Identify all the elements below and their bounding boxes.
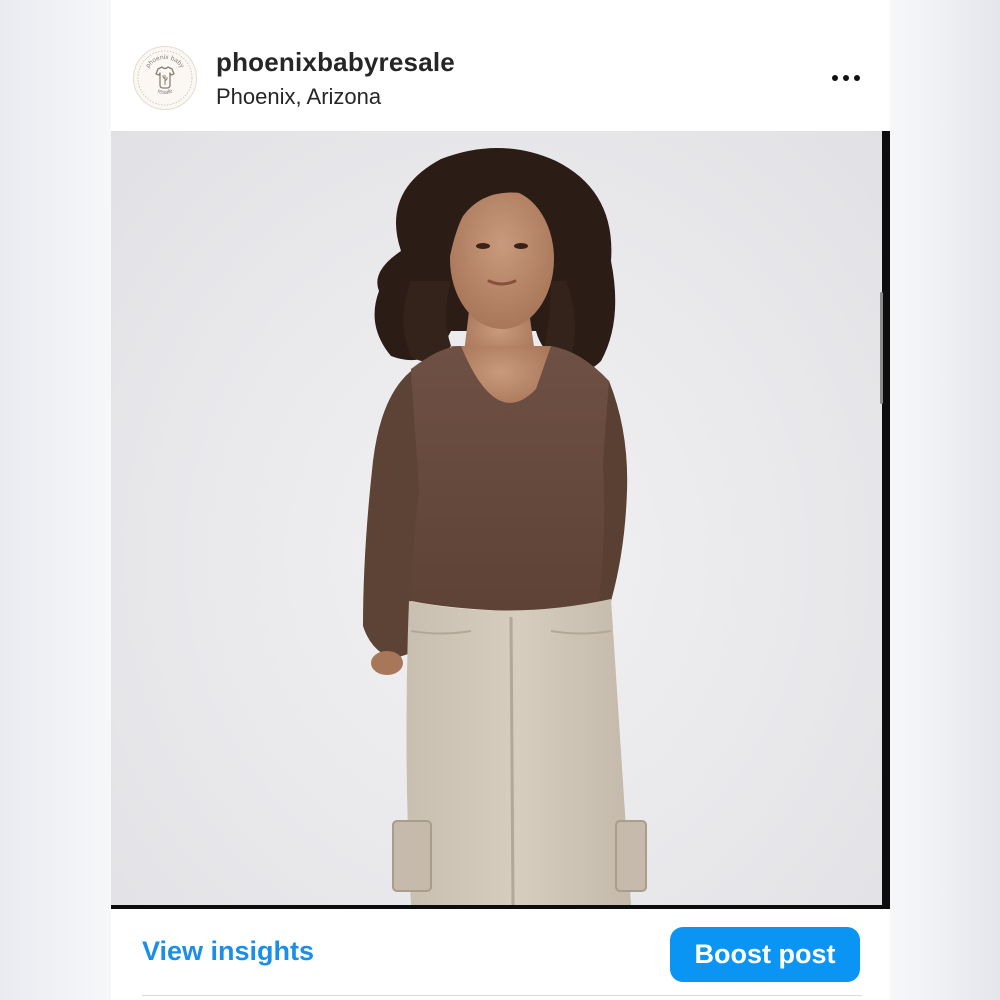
view-insights-link[interactable]: View insights bbox=[142, 936, 314, 967]
image-frame-edge bbox=[882, 131, 890, 909]
avatar[interactable]: phoenix baby resale bbox=[133, 46, 197, 110]
scrollbar-thumb[interactable] bbox=[880, 292, 883, 404]
post-card: phoenix baby resale phoenixbabyresale Ph… bbox=[111, 0, 890, 1000]
more-horizontal-icon bbox=[843, 75, 849, 81]
post-location[interactable]: Phoenix, Arizona bbox=[216, 84, 381, 110]
post-username[interactable]: phoenixbabyresale bbox=[216, 47, 455, 78]
boost-post-button[interactable]: Boost post bbox=[670, 927, 860, 982]
more-options-button[interactable] bbox=[823, 58, 869, 98]
more-horizontal-icon bbox=[854, 75, 860, 81]
more-horizontal-icon bbox=[832, 75, 838, 81]
post-header: phoenix baby resale phoenixbabyresale Ph… bbox=[111, 0, 890, 131]
brand-logo-icon: phoenix baby resale bbox=[137, 50, 193, 106]
svg-text:phoenix baby: phoenix baby bbox=[145, 54, 186, 70]
post-image[interactable] bbox=[111, 131, 882, 905]
model-photo-illustration bbox=[363, 147, 647, 905]
svg-text:resale: resale bbox=[156, 88, 174, 96]
post-actions-bar: View insights Boost post bbox=[111, 909, 890, 1000]
divider bbox=[142, 995, 862, 996]
